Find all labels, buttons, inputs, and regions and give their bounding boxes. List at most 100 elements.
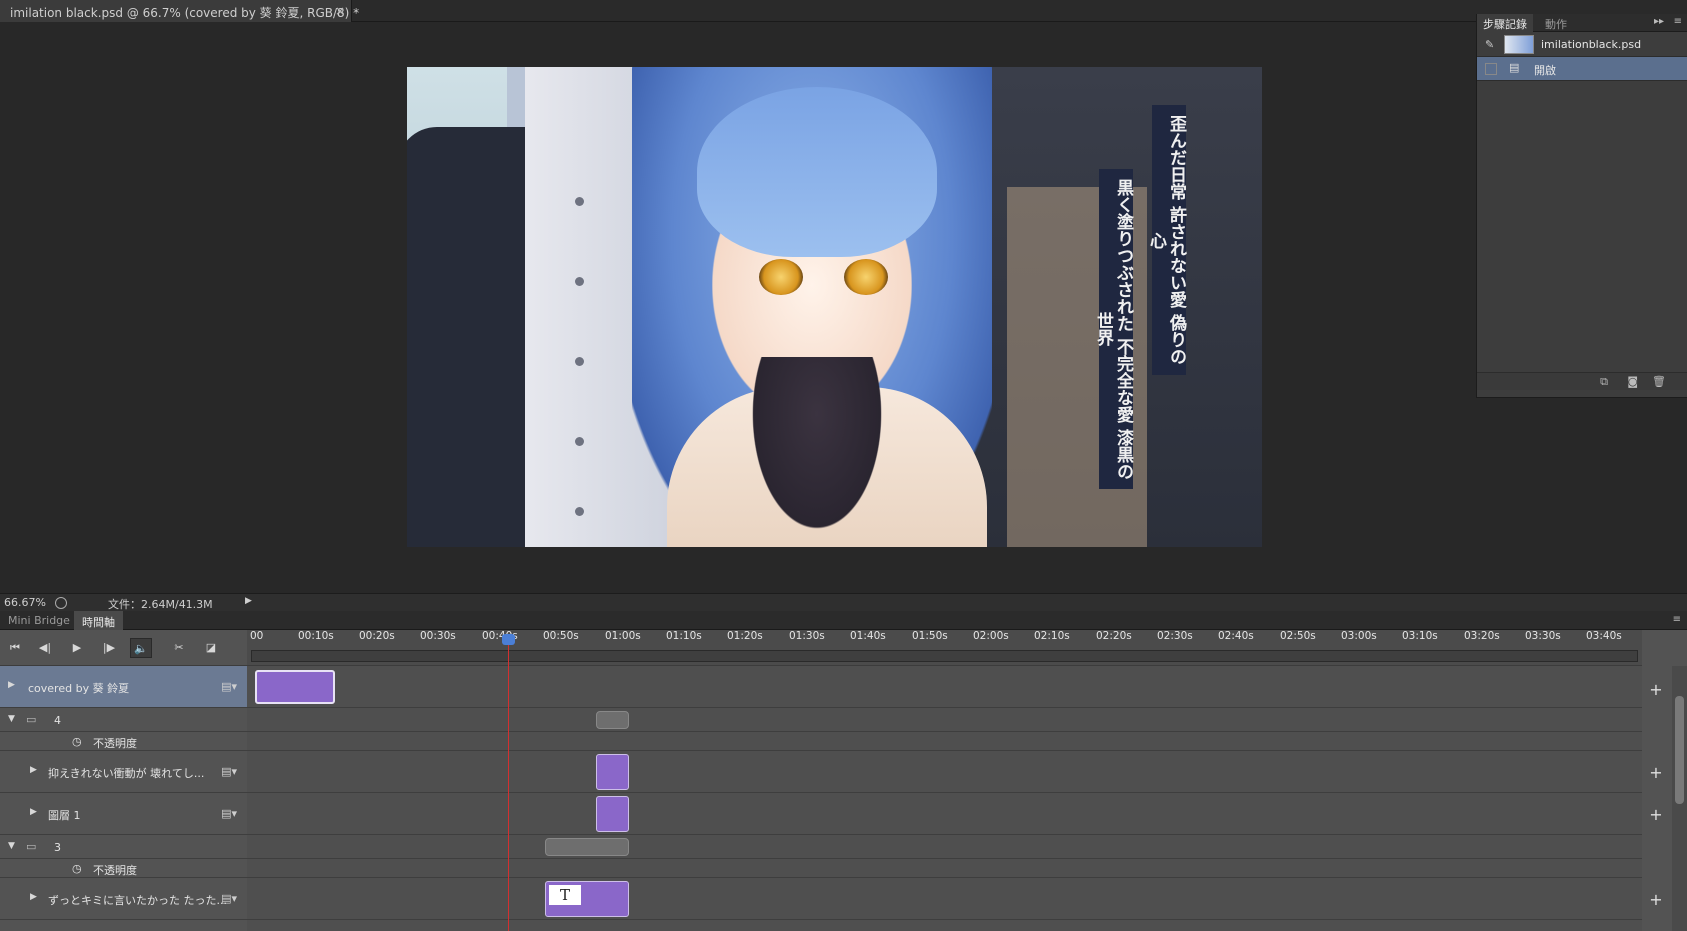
canvas-girl-eye <box>844 259 888 295</box>
tick-label: 01:40s <box>850 630 886 642</box>
history-panel-tabs: 步驟記錄 動作 ▸▸ ≡ <box>1477 14 1687 32</box>
transition-icon[interactable]: ◪ <box>200 638 222 658</box>
go-to-first-frame-icon[interactable]: ⏮ <box>4 638 26 658</box>
history-panel: 步驟記錄 動作 ▸▸ ≡ ✎ imilationblack.psd ▤ 開啟 ⧉… <box>1476 14 1687 398</box>
layer-row[interactable]: ▶ covered by 葵 鈴夏 ▤▾ <box>0 666 247 708</box>
panel-menu-icon[interactable]: ≡ <box>1674 16 1682 27</box>
zoom-icon[interactable] <box>55 597 67 609</box>
add-media-icon[interactable]: + <box>1642 890 1670 909</box>
stopwatch-icon[interactable]: ◷ <box>72 735 82 748</box>
add-media-icon[interactable]: + <box>1642 805 1670 824</box>
expand-arrow-icon[interactable]: ▶ <box>30 765 37 775</box>
snapshot-name: imilationblack.psd <box>1541 38 1642 51</box>
video-clip[interactable] <box>596 796 629 832</box>
history-brush-icon[interactable]: ✎ <box>1485 38 1494 51</box>
tab-timeline[interactable]: 時間軸 <box>74 611 123 630</box>
document-icon: ▤ <box>1509 61 1520 74</box>
tick-label: 00 <box>250 630 264 642</box>
tick-label: 01:30s <box>789 630 825 642</box>
property-row[interactable]: ◷ 不透明度 <box>0 859 247 878</box>
tick-label: 01:50s <box>912 630 948 642</box>
document-canvas[interactable]: 歪んだ日常 許されない愛 偽りの心 黒く塗りつぶされた 不完全な愛 漆黒の世界 <box>407 67 1262 547</box>
track-row <box>247 859 1642 878</box>
layer-name: ずっとキミに言いたかった たった... <box>48 894 227 907</box>
timeline-scrollbar[interactable] <box>1672 666 1687 931</box>
film-menu-icon[interactable]: ▤▾ <box>221 680 237 693</box>
status-arrow-icon[interactable]: ▶ <box>245 596 252 606</box>
collapse-arrow-icon[interactable]: ▼ <box>8 714 15 724</box>
tick-label: 02:30s <box>1157 630 1193 642</box>
film-menu-icon[interactable]: ▤▾ <box>221 892 237 905</box>
video-clip[interactable] <box>596 754 629 790</box>
tab-mini-bridge[interactable]: Mini Bridge <box>0 611 78 630</box>
layer-row[interactable]: ▶ ずっとキミに言いたかった たった... ▤▾ <box>0 878 247 920</box>
layer-row[interactable]: ▶ 圖層 1 ▤▾ <box>0 793 247 835</box>
layer-row[interactable]: ▶ 抑えきれない衝動が 壊れてし... ▤▾ <box>0 751 247 793</box>
track-row: T <box>247 878 1642 920</box>
camera-icon[interactable]: ◙ <box>1627 375 1638 388</box>
document-tab[interactable]: imilation black.psd @ 66.7% (covered by … <box>0 0 359 22</box>
text-clip[interactable]: T <box>545 881 629 917</box>
tick-label: 03:00s <box>1341 630 1377 642</box>
stopwatch-icon[interactable]: ◷ <box>72 862 82 875</box>
bottom-panel-tabs: Mini Bridge 時間軸 ≡ <box>0 611 1687 630</box>
previous-frame-icon[interactable]: ◀| <box>34 638 56 658</box>
track-row <box>247 732 1642 751</box>
tick-label: 02:00s <box>973 630 1009 642</box>
group-row[interactable]: ▼ ▭ 3 <box>0 835 247 859</box>
canvas-vertical-text-left: 黒く塗りつぶされた 不完全な愛 漆黒の世界 <box>1093 169 1133 489</box>
tick-label: 00:30s <box>420 630 456 642</box>
history-snapshot[interactable]: ✎ imilationblack.psd <box>1477 32 1687 57</box>
next-frame-icon[interactable]: |▶ <box>98 638 120 658</box>
audio-icon[interactable]: 🔈 <box>130 638 152 658</box>
group-clip[interactable] <box>545 838 629 856</box>
film-menu-icon[interactable]: ▤▾ <box>221 765 237 778</box>
zoom-level[interactable]: 66.67% <box>4 596 46 609</box>
group-row[interactable]: ▼ ▭ 4 <box>0 708 247 732</box>
property-row[interactable]: ◷ 不透明度 <box>0 732 247 751</box>
video-clip[interactable] <box>255 670 335 704</box>
trash-icon[interactable]: 🗑 <box>1652 375 1666 388</box>
folder-icon: ▭ <box>26 713 37 726</box>
play-icon[interactable]: ▶ <box>66 638 88 658</box>
group-clip[interactable] <box>596 711 629 729</box>
status-bar: 66.67% 文件：2.64M/41.3M ▶ <box>0 593 1687 611</box>
playhead-handle[interactable] <box>502 634 515 645</box>
expand-arrow-icon[interactable]: ▶ <box>30 892 37 902</box>
track-row <box>247 666 1642 708</box>
film-menu-icon[interactable]: ▤▾ <box>221 807 237 820</box>
work-area-bar[interactable] <box>251 650 1638 662</box>
track-row <box>247 708 1642 732</box>
history-step[interactable]: ▤ 開啟 <box>1477 57 1687 81</box>
shirt-button <box>575 437 584 446</box>
workspace: 歪んだ日常 許されない愛 偽りの心 黒く塗りつぶされた 不完全な愛 漆黒の世界 <box>0 22 1476 593</box>
add-media-icon[interactable]: + <box>1642 680 1670 699</box>
add-media-icon[interactable]: + <box>1642 763 1670 782</box>
tick-label: 02:50s <box>1280 630 1316 642</box>
canvas-girl-bangs <box>697 87 937 257</box>
timeline-panel: ⏮ ◀| ▶ |▶ 🔈 ✂ ◪ 00 00:10s 00:20s 00:30s … <box>0 630 1687 931</box>
layer-name: 抑えきれない衝動が 壊れてし... <box>48 767 205 780</box>
tab-history[interactable]: 步驟記錄 <box>1477 14 1533 32</box>
property-name: 不透明度 <box>93 864 137 877</box>
tick-label: 00:50s <box>543 630 579 642</box>
history-footer: ⧉ ◙ 🗑 <box>1477 372 1687 390</box>
new-document-icon[interactable]: ⧉ <box>1600 375 1608 389</box>
canvas-girl-eye <box>759 259 803 295</box>
expand-arrow-icon[interactable]: ▶ <box>30 807 37 817</box>
tick-label: 03:20s <box>1464 630 1500 642</box>
tick-label: 00:20s <box>359 630 395 642</box>
tab-actions[interactable]: 動作 <box>1539 14 1573 32</box>
panel-collapse-icon[interactable]: ▸▸ <box>1654 16 1664 27</box>
tick-label: 01:10s <box>666 630 702 642</box>
expand-arrow-icon[interactable]: ▶ <box>8 680 15 690</box>
collapse-arrow-icon[interactable]: ▼ <box>8 841 15 851</box>
timeline-ruler[interactable]: 00 00:10s 00:20s 00:30s 00:40s 00:50s 01… <box>247 630 1642 666</box>
close-icon[interactable]: × <box>335 4 345 18</box>
tick-label: 00:10s <box>298 630 334 642</box>
panel-menu-icon[interactable]: ≡ <box>1673 614 1681 625</box>
scrollbar-thumb[interactable] <box>1675 696 1684 804</box>
document-tab-title: imilation black.psd @ 66.7% (covered by … <box>10 6 360 20</box>
history-checkbox[interactable] <box>1485 63 1497 75</box>
split-scissors-icon[interactable]: ✂ <box>168 638 190 658</box>
